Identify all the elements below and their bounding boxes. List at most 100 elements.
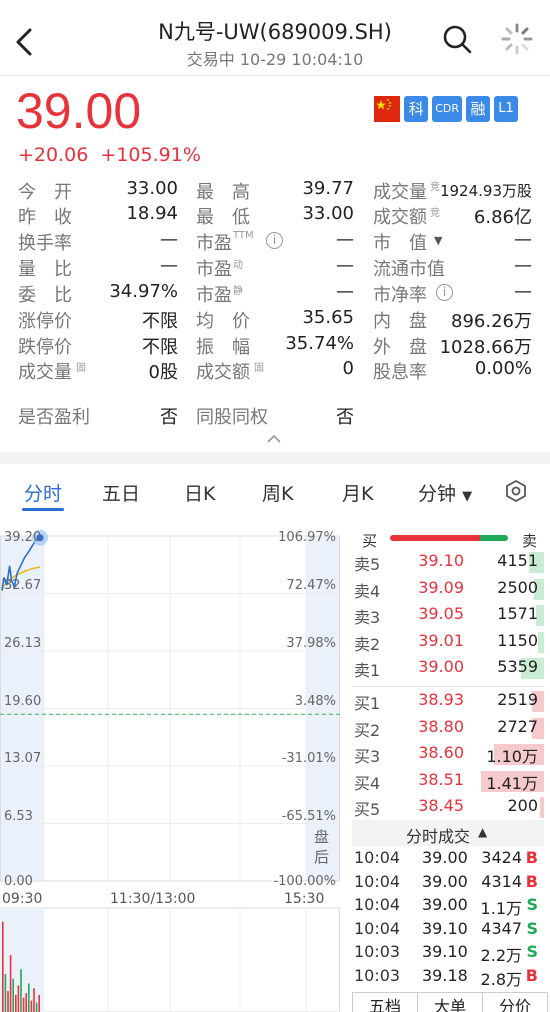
sell-level-row[interactable]: 卖3 39.05 1571: [352, 604, 544, 627]
trade-row: 10:04 39.00 3424 B: [352, 848, 544, 871]
section-divider: [0, 452, 550, 464]
cdr-badge: CDR: [432, 96, 462, 122]
sell-level-row[interactable]: 卖1 39.00 5359: [352, 657, 544, 680]
level-label: 买3: [354, 747, 381, 766]
sell-level-row[interactable]: 卖5 39.10 4151: [352, 551, 544, 574]
after-hours-label: 后: [314, 848, 330, 866]
trade-time: 10:04: [354, 918, 401, 938]
trade-side: S: [526, 895, 538, 914]
stat-label: 换手率: [18, 233, 72, 254]
trade-side: S: [526, 942, 538, 961]
info-icon[interactable]: i: [436, 284, 453, 301]
trade-row: 10:04 39.00 4314 B: [352, 872, 544, 895]
stat-label: 今 开: [18, 182, 72, 203]
volume-bar: [28, 983, 30, 1012]
level-label: 买4: [354, 773, 381, 793]
trade-price: 39.00: [422, 848, 468, 867]
trade-side: B: [525, 848, 538, 867]
dropdown-triangle-icon[interactable]: ▼: [434, 234, 442, 247]
collapse-chevron-icon[interactable]: [266, 434, 282, 444]
volume-bar: [33, 988, 35, 1012]
volume-bar: [17, 985, 20, 1012]
depth-bar: [538, 631, 544, 653]
buy-level-row[interactable]: 买3 38.60 1.10万: [352, 743, 544, 766]
y-tick-right: -31.01%: [281, 751, 336, 766]
buy-level-row[interactable]: 买5 38.45 200: [352, 796, 544, 819]
level-volume: 2500: [497, 577, 538, 597]
stat-superscript: TTM: [233, 230, 254, 241]
chart-settings-icon[interactable]: [504, 479, 528, 503]
y-tick-right: 3.48%: [294, 694, 336, 709]
stat-label: 市 值: [373, 233, 427, 254]
dropdown-triangle-icon: ▼: [462, 489, 473, 504]
stat-label: 涨停价: [18, 311, 72, 332]
stat-value: —: [160, 255, 178, 276]
level-volume: 200: [507, 796, 538, 815]
volume-pre-band: [0, 908, 44, 1012]
buy-level-row[interactable]: 买2 38.80 2727: [352, 717, 544, 740]
y-tick-left: 39.20: [4, 530, 42, 545]
stat-value: 0股: [148, 362, 178, 383]
stat-value: 1924.93万股: [439, 182, 532, 200]
sell-level-row[interactable]: 卖2 39.01 1150: [352, 631, 544, 654]
profit-row: 是否盈利 否 同股同权 否: [0, 403, 550, 429]
stat-superscript: 静: [233, 286, 243, 297]
trade-volume: 4314: [481, 871, 522, 891]
tab-five-levels[interactable]: 五档: [353, 993, 418, 1012]
stats-row: 跌停价 不限振 幅 35.74% 外 盘 1028.66万: [0, 333, 550, 359]
search-icon[interactable]: [440, 22, 474, 56]
info-icon[interactable]: i: [266, 232, 283, 249]
stats-row: 委 比 34.97% 市盈 — 市净率 —: [0, 281, 550, 307]
buy-level-row[interactable]: 买1 38.93 2519: [352, 690, 544, 713]
stat-value: —: [514, 229, 532, 250]
stat-value: 35.65: [302, 307, 354, 328]
y-tick-left: 32.67: [4, 578, 42, 593]
tab-big-orders[interactable]: 大单: [418, 993, 483, 1012]
x-tick: 09:30: [2, 891, 43, 907]
stat-value: —: [514, 281, 532, 302]
trades-title[interactable]: 分时成交: [406, 823, 470, 847]
tab-weekly-k[interactable]: 周K: [262, 479, 293, 506]
loading-spinner-icon[interactable]: [500, 22, 534, 56]
stat-label: 市盈: [196, 285, 232, 306]
stat-value: 35.74%: [285, 333, 354, 354]
same-rights-value: 否: [336, 407, 354, 428]
stat-label: 市净率: [373, 285, 427, 306]
trade-time: 10:03: [354, 965, 401, 985]
stat-label: 昨 收: [18, 207, 72, 228]
stat-value: —: [160, 229, 178, 250]
y-tick-left: 0.00: [4, 874, 33, 889]
y-tick-left: 6.53: [4, 809, 33, 824]
sell-level-row[interactable]: 卖4 39.09 2500: [352, 578, 544, 601]
trade-row: 10:03 39.10 2.2万 S: [352, 942, 544, 965]
stat-superscript: 竞: [430, 208, 440, 219]
volume-bar: [12, 978, 14, 1012]
intraday-chart[interactable]: [0, 526, 342, 1012]
tab-monthly-k[interactable]: 月K: [342, 479, 373, 506]
stat-value: 不限: [142, 337, 178, 358]
volume-bar: [15, 994, 17, 1012]
tab-daily-k[interactable]: 日K: [184, 479, 215, 506]
volume-bar: [35, 1002, 38, 1012]
tab-minute-label: 分钟: [418, 483, 457, 505]
trade-side: B: [525, 965, 538, 985]
stats-row: 昨 收 18.94 最 低 33.00 成交额 6.86亿: [0, 203, 550, 229]
level-volume: 2727: [497, 716, 538, 736]
level-volume: 2519: [497, 690, 538, 709]
is-profit-value: 否: [160, 407, 178, 428]
stats-row: 量 比 — 市盈 — 流通市值 —: [0, 255, 550, 281]
tab-intraday[interactable]: 分时: [24, 479, 62, 506]
stat-label: 流通市值: [373, 259, 445, 280]
tab-price-distribution[interactable]: 分价: [483, 993, 547, 1012]
trade-row: 10:03 39.18 2.8万 B: [352, 966, 544, 989]
buy-level-row[interactable]: 买4 38.51 1.41万: [352, 770, 544, 793]
trade-row: 10:04 39.10 4347 S: [352, 919, 544, 942]
volume-bar: [30, 1000, 33, 1012]
level-label: 卖3: [354, 608, 381, 627]
stat-value: —: [336, 255, 354, 276]
tab-minute[interactable]: 分钟 ▼: [418, 479, 472, 506]
change-abs: +20.06: [18, 144, 89, 166]
sell-ratio-bar: [480, 535, 508, 541]
level-label: 买1: [354, 694, 381, 713]
tab-five-day[interactable]: 五日: [102, 479, 140, 506]
